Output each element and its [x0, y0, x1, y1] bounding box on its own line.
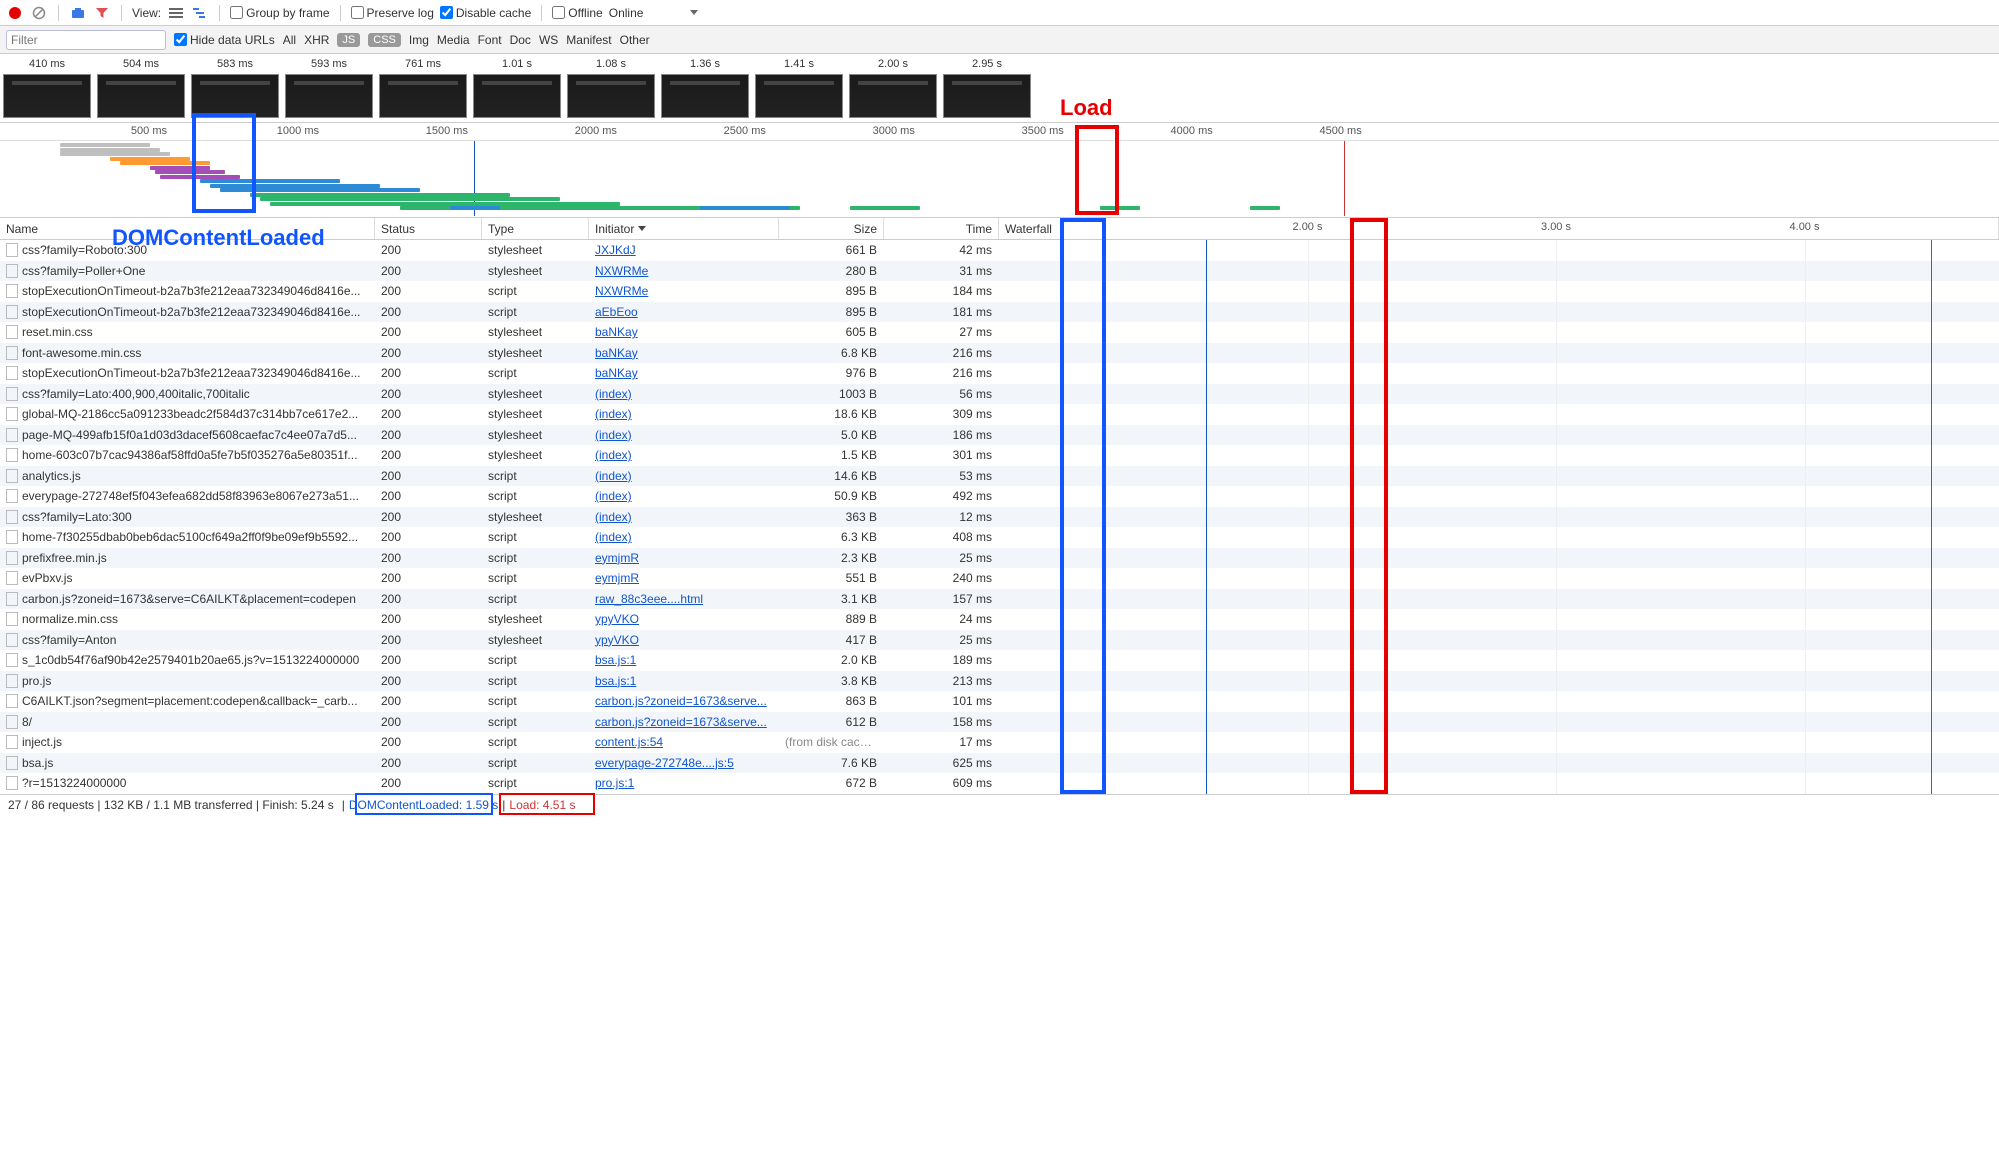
col-waterfall[interactable]: Waterfall 2.00 s3.00 s4.00 s [999, 218, 1999, 239]
filmstrip-frame[interactable]: 583 ms [190, 58, 280, 118]
offline-checkbox[interactable]: Offline [552, 6, 602, 20]
thumbnail [285, 74, 373, 118]
type-filter-js[interactable]: JS [337, 33, 360, 47]
throttling-select[interactable]: Online [609, 6, 644, 20]
record-icon[interactable] [6, 4, 24, 22]
thumbnail [3, 74, 91, 118]
preserve-log-checkbox[interactable]: Preserve log [351, 6, 434, 20]
table-header[interactable]: Name Status Type Initiator Size Time Wat… [0, 218, 1999, 240]
type-filter-doc[interactable]: Doc [510, 33, 531, 47]
col-initiator[interactable]: Initiator [589, 218, 779, 239]
large-rows-icon[interactable] [167, 4, 185, 22]
status-dcl: DOMContentLoaded: 1.59 s [349, 798, 498, 812]
type-filter-css[interactable]: CSS [368, 33, 401, 47]
disable-cache-checkbox[interactable]: Disable cache [440, 6, 531, 20]
filmstrip-frame[interactable]: 1.41 s [754, 58, 844, 118]
type-filter-media[interactable]: Media [437, 33, 470, 47]
type-filter-other[interactable]: Other [620, 33, 650, 47]
type-filter-manifest[interactable]: Manifest [566, 33, 611, 47]
sort-arrow-icon [638, 226, 646, 231]
filter-icon[interactable] [93, 4, 111, 22]
filmstrip-frame[interactable]: 1.01 s [472, 58, 562, 118]
thumbnail [661, 74, 749, 118]
type-filter-img[interactable]: Img [409, 33, 429, 47]
thumbnail [943, 74, 1031, 118]
thumbnail [379, 74, 467, 118]
col-status[interactable]: Status [375, 218, 482, 239]
status-summary: 27 / 86 requests | 132 KB / 1.1 MB trans… [8, 798, 334, 812]
requests-table: Name Status Type Initiator Size Time Wat… [0, 218, 1999, 794]
col-name[interactable]: Name [0, 218, 375, 239]
thumbnail [97, 74, 185, 118]
thumbnail [473, 74, 561, 118]
waterfall-view-icon[interactable] [191, 4, 209, 22]
thumbnail [567, 74, 655, 118]
capture-screenshots-icon[interactable] [69, 4, 87, 22]
filter-input[interactable] [6, 30, 166, 50]
filmstrip: 410 ms504 ms583 ms593 ms761 ms1.01 s1.08… [0, 54, 1999, 123]
filmstrip-frame[interactable]: 504 ms [96, 58, 186, 118]
dropdown-icon[interactable] [685, 4, 703, 22]
filmstrip-frame[interactable]: 1.36 s [660, 58, 750, 118]
clear-icon[interactable] [30, 4, 48, 22]
type-filter-ws[interactable]: WS [539, 33, 558, 47]
thumbnail [755, 74, 843, 118]
type-filter-xhr[interactable]: XHR [304, 33, 329, 47]
network-toolbar: View: Group by frame Preserve log Disabl… [0, 0, 1999, 26]
thumbnail [191, 74, 279, 118]
status-load: Load: 4.51 s [509, 798, 575, 812]
filmstrip-frame[interactable]: 2.00 s [848, 58, 938, 118]
filmstrip-frame[interactable]: 1.08 s [566, 58, 656, 118]
filmstrip-frame[interactable]: 761 ms [378, 58, 468, 118]
status-bar: 27 / 86 requests | 132 KB / 1.1 MB trans… [0, 794, 1999, 816]
overview-timeline[interactable]: 500 ms1000 ms1500 ms2000 ms2500 ms3000 m… [0, 123, 1999, 218]
thumbnail [849, 74, 937, 118]
col-type[interactable]: Type [482, 218, 589, 239]
filter-bar: Hide data URLs All XHR JS CSS Img Media Font Do… [0, 26, 1999, 54]
view-label: View: [132, 6, 161, 20]
type-filter-all[interactable]: All [283, 33, 296, 47]
col-time[interactable]: Time [884, 218, 999, 239]
col-size[interactable]: Size [779, 218, 884, 239]
filmstrip-frame[interactable]: 2.95 s [942, 58, 1032, 118]
group-by-frame-checkbox[interactable]: Group by frame [230, 6, 329, 20]
hide-data-urls-checkbox[interactable]: Hide data URLs [174, 33, 275, 47]
type-filter-font[interactable]: Font [478, 33, 502, 47]
filmstrip-frame[interactable]: 593 ms [284, 58, 374, 118]
filmstrip-frame[interactable]: 410 ms [2, 58, 92, 118]
